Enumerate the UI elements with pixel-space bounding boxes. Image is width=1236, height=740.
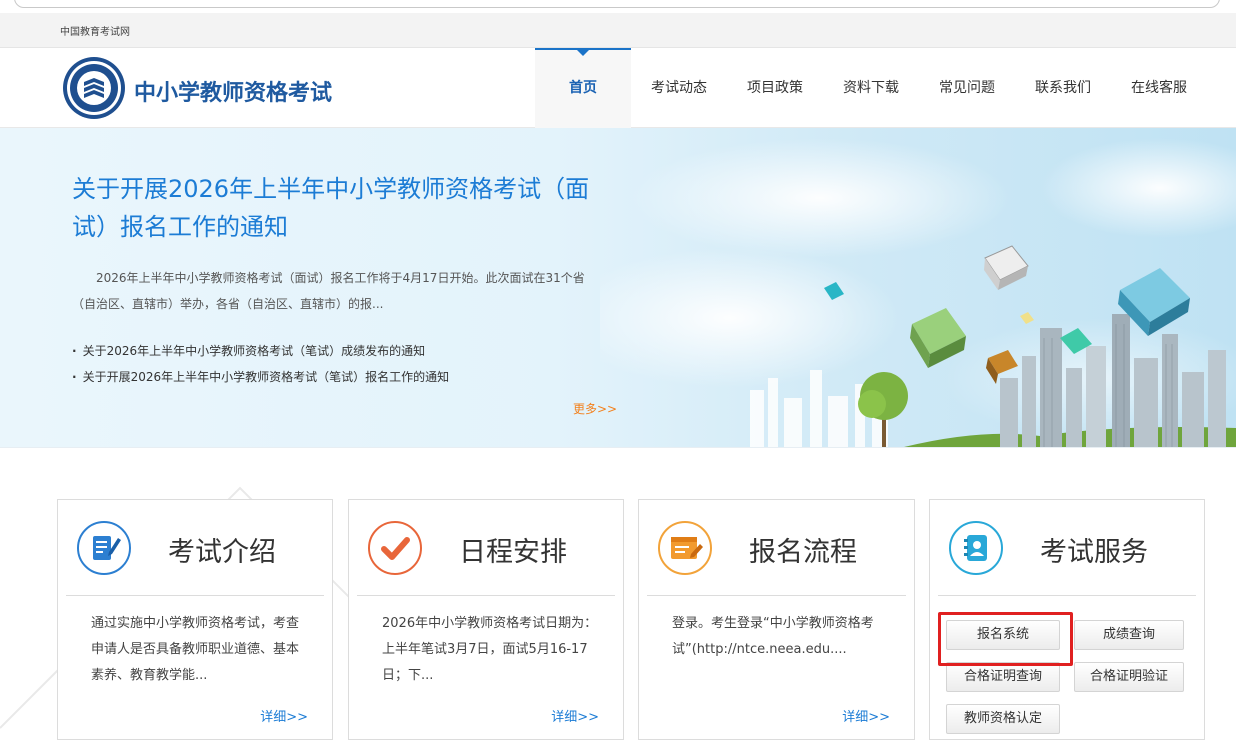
nav-item-home[interactable]: 首页 xyxy=(535,48,631,128)
news-summary: 2026年上半年中小学教师资格考试（面试）报名工作将于4月17日开始。此次面试在… xyxy=(72,271,585,311)
site-brand-title[interactable]: 中小学教师资格考试 xyxy=(134,75,332,107)
active-caret-icon xyxy=(575,48,591,56)
nav-item-label: 联系我们 xyxy=(1035,80,1091,96)
card-title[interactable]: 考试介绍 xyxy=(168,530,276,569)
news-link[interactable]: 关于2026年上半年中小学教师资格考试（笔试）成绩发布的通知 xyxy=(72,338,592,364)
checkmark-icon[interactable] xyxy=(367,520,423,576)
nav-item-policy[interactable]: 项目政策 xyxy=(727,48,823,128)
detail-link[interactable]: 详细>> xyxy=(260,706,308,725)
card-header: 考试介绍 xyxy=(66,500,324,596)
card-description: 登录。考生登录“中小学教师资格考试”(http://ntce.neea.edu.… xyxy=(672,616,874,657)
city-illustration xyxy=(600,138,1236,447)
nav-item-label: 常见问题 xyxy=(939,80,995,96)
document-edit-icon[interactable] xyxy=(76,520,132,576)
nav-item-label: 在线客服 xyxy=(1131,80,1187,96)
card-title[interactable]: 考试服务 xyxy=(1040,530,1148,569)
nav-item-label: 考试动态 xyxy=(651,80,707,96)
detail-link[interactable]: 详细>> xyxy=(842,706,890,725)
nav-item-exam-news[interactable]: 考试动态 xyxy=(631,48,727,128)
card-header: 报名流程 xyxy=(647,500,906,596)
card-description: 通过实施中小学教师资格考试，考查申请人是否具备教师职业道德、基本素养、教育教学能… xyxy=(91,616,300,683)
teacher-qualification-button[interactable]: 教师资格认定 xyxy=(946,704,1060,734)
browser-form-icon[interactable] xyxy=(657,520,713,576)
card-title[interactable]: 报名流程 xyxy=(749,530,857,569)
card-header: 考试服务 xyxy=(938,500,1196,596)
nav-item-contact[interactable]: 联系我们 xyxy=(1015,48,1111,128)
browser-address-bar-edge xyxy=(0,0,1236,13)
news-headline[interactable]: 关于开展2026年上半年中小学教师资格考试（面试）报名工作的通知 xyxy=(72,170,612,246)
header: 中小学教师资格考试 首页 考试动态 项目政策 资料下载 常见问题 联系我们 在线… xyxy=(0,48,1236,128)
more-news-link[interactable]: 更多>> xyxy=(573,400,617,417)
address-bar-outline xyxy=(14,0,1220,8)
contact-book-icon[interactable] xyxy=(948,520,1004,576)
nav-item-faq[interactable]: 常见问题 xyxy=(919,48,1015,128)
certificate-query-button[interactable]: 合格证明查询 xyxy=(946,662,1060,692)
nav-item-downloads[interactable]: 资料下载 xyxy=(823,48,919,128)
card-title[interactable]: 日程安排 xyxy=(459,530,567,569)
card-exam-intro: 考试介绍 通过实施中小学教师资格考试，考查申请人是否具备教师职业道德、基本素养、… xyxy=(57,499,333,740)
nav-item-label: 首页 xyxy=(569,80,597,96)
top-bar: 中国教育考试网 xyxy=(0,13,1236,48)
ntce-logo-icon[interactable] xyxy=(62,56,126,120)
news-link[interactable]: 关于开展2026年上半年中小学教师资格考试（笔试）报名工作的通知 xyxy=(72,364,592,390)
card-header: 日程安排 xyxy=(357,500,615,596)
score-query-button[interactable]: 成绩查询 xyxy=(1074,620,1184,650)
registration-system-button[interactable]: 报名系统 xyxy=(946,620,1060,650)
nav-item-label: 项目政策 xyxy=(747,80,803,96)
card-registration-process: 报名流程 登录。考生登录“中小学教师资格考试”(http://ntce.neea… xyxy=(638,499,915,740)
nav-item-online-service[interactable]: 在线客服 xyxy=(1111,48,1207,128)
card-description: 2026年中小学教师资格考试日期为：上半年笔试3月7日，面试5月16-17日；下… xyxy=(382,616,598,683)
news-banner: 关于开展2026年上半年中小学教师资格考试（面试）报名工作的通知 2026年上半… xyxy=(0,128,1236,448)
certificate-verify-button[interactable]: 合格证明验证 xyxy=(1074,662,1184,692)
card-schedule: 日程安排 2026年中小学教师资格考试日期为：上半年笔试3月7日，面试5月16-… xyxy=(348,499,624,740)
detail-link[interactable]: 详细>> xyxy=(551,706,599,725)
nav-item-label: 资料下载 xyxy=(843,80,899,96)
news-link-list: 关于2026年上半年中小学教师资格考试（笔试）成绩发布的通知 关于开展2026年… xyxy=(72,338,592,390)
main-nav: 首页 考试动态 项目政策 资料下载 常见问题 联系我们 在线客服 xyxy=(535,48,1207,128)
site-link-neea[interactable]: 中国教育考试网 xyxy=(60,23,130,38)
